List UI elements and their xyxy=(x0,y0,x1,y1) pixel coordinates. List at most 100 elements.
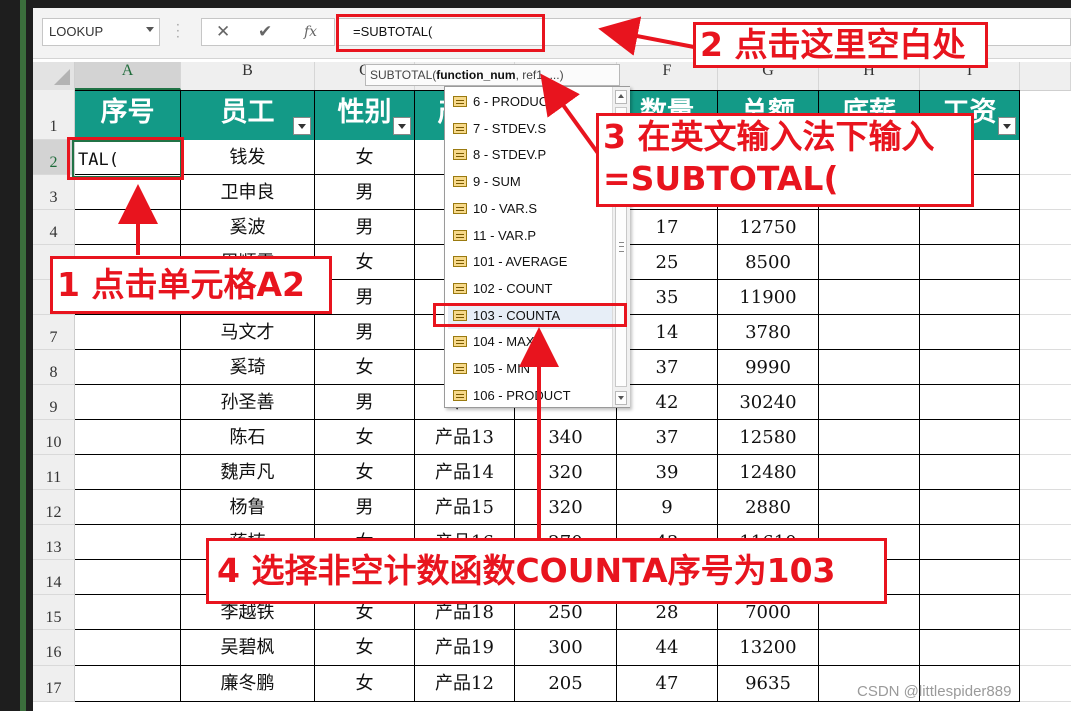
dropdown-option[interactable]: 104 - MAX xyxy=(448,329,614,355)
row-header[interactable]: 12 xyxy=(33,490,75,525)
table-cell[interactable]: 男 xyxy=(315,490,415,525)
name-box[interactable]: LOOKUP xyxy=(42,18,160,46)
insert-function-icon[interactable]: fx xyxy=(304,18,317,46)
table-cell-empty[interactable] xyxy=(920,525,1020,560)
table-cell-empty[interactable] xyxy=(920,455,1020,490)
row-header[interactable]: 13 xyxy=(33,525,75,560)
table-cell[interactable]: 3780 xyxy=(718,315,819,350)
column-header-blank[interactable] xyxy=(1020,62,1071,90)
cell-a[interactable] xyxy=(75,490,181,525)
table-cell[interactable]: 42 xyxy=(617,385,718,420)
table-cell-empty[interactable] xyxy=(819,245,920,280)
table-cell-empty[interactable] xyxy=(819,630,920,666)
table-cell[interactable]: 女 xyxy=(315,420,415,455)
table-cell-empty[interactable] xyxy=(819,420,920,455)
table-cell[interactable]: 马文才 xyxy=(181,315,315,350)
table-cell[interactable]: 女 xyxy=(315,630,415,666)
enter-icon[interactable]: ✔ xyxy=(258,18,272,46)
table-cell-empty[interactable] xyxy=(920,245,1020,280)
table-cell[interactable]: 杨鲁 xyxy=(181,490,315,525)
dropdown-option[interactable]: 7 - STDEV.S xyxy=(448,116,614,142)
cell-a[interactable] xyxy=(75,420,181,455)
row-header-1[interactable]: 1 xyxy=(33,90,75,140)
table-cell[interactable]: 320 xyxy=(515,490,617,525)
tooltip-arg-current[interactable]: function_num xyxy=(436,68,515,82)
table-cell[interactable]: 卫申良 xyxy=(181,175,315,210)
table-cell-empty[interactable] xyxy=(920,490,1020,525)
cell-a[interactable] xyxy=(75,385,181,420)
table-cell[interactable]: 男 xyxy=(315,315,415,350)
table-cell-empty[interactable] xyxy=(920,350,1020,385)
table-cell[interactable]: 39 xyxy=(617,455,718,490)
column-header-b[interactable]: B xyxy=(181,62,315,90)
scroll-down-icon[interactable] xyxy=(615,391,627,405)
dropdown-option[interactable]: 11 - VAR.P xyxy=(448,223,614,249)
table-cell[interactable]: 产品14 xyxy=(415,455,515,490)
table-cell[interactable]: 奚波 xyxy=(181,210,315,245)
cell-a[interactable] xyxy=(75,455,181,490)
filter-dropdown-icon[interactable] xyxy=(393,117,411,135)
cell-a[interactable] xyxy=(75,175,181,210)
column-header-a[interactable]: A xyxy=(75,62,181,90)
cell-a[interactable] xyxy=(75,666,181,702)
row-header[interactable]: 17 xyxy=(33,666,75,702)
table-cell[interactable]: 25 xyxy=(617,245,718,280)
table-cell[interactable]: 奚琦 xyxy=(181,350,315,385)
table-cell[interactable]: 女 xyxy=(315,666,415,702)
table-cell[interactable]: 44 xyxy=(617,630,718,666)
dropdown-option[interactable]: 101 - AVERAGE xyxy=(448,249,614,275)
row-header[interactable]: 4 xyxy=(33,210,75,245)
table-cell[interactable]: 9635 xyxy=(718,666,819,702)
table-cell[interactable]: 9990 xyxy=(718,350,819,385)
table-cell[interactable]: 320 xyxy=(515,455,617,490)
cell-a[interactable] xyxy=(75,560,181,595)
table-cell-empty[interactable] xyxy=(920,385,1020,420)
row-header[interactable]: 9 xyxy=(33,385,75,420)
table-cell[interactable]: 300 xyxy=(515,630,617,666)
table-cell[interactable]: 女 xyxy=(315,350,415,385)
table-cell[interactable]: 产品12 xyxy=(415,666,515,702)
table-cell[interactable]: 12480 xyxy=(718,455,819,490)
cell-a[interactable] xyxy=(75,595,181,630)
table-cell[interactable]: 钱发 xyxy=(181,140,315,175)
table-cell[interactable]: 男 xyxy=(315,385,415,420)
table-cell[interactable]: 男 xyxy=(315,175,415,210)
row-header[interactable]: 3 xyxy=(33,175,75,210)
row-header[interactable]: 10 xyxy=(33,420,75,455)
table-cell[interactable]: 吴碧枫 xyxy=(181,630,315,666)
table-cell[interactable]: 14 xyxy=(617,315,718,350)
table-cell-empty[interactable] xyxy=(920,280,1020,315)
scroll-up-icon[interactable] xyxy=(615,90,627,104)
table-cell[interactable]: 37 xyxy=(617,420,718,455)
table-cell[interactable]: 女 xyxy=(315,455,415,490)
table-cell[interactable]: 13200 xyxy=(718,630,819,666)
table-cell-empty[interactable] xyxy=(819,315,920,350)
table-cell[interactable]: 产品15 xyxy=(415,490,515,525)
name-box-dropdown-icon[interactable] xyxy=(146,27,154,32)
table-cell[interactable]: 37 xyxy=(617,350,718,385)
table-cell[interactable]: 产品19 xyxy=(415,630,515,666)
dropdown-option[interactable]: 6 - PRODUCT xyxy=(448,89,614,115)
row-header[interactable]: 8 xyxy=(33,350,75,385)
table-cell-empty[interactable] xyxy=(920,630,1020,666)
table-cell-empty[interactable] xyxy=(819,490,920,525)
table-cell[interactable]: 340 xyxy=(515,420,617,455)
table-cell-empty[interactable] xyxy=(819,350,920,385)
table-cell-empty[interactable] xyxy=(819,280,920,315)
header-cell-1[interactable]: 序号 xyxy=(75,91,181,140)
table-cell[interactable]: 女 xyxy=(315,140,415,175)
filter-dropdown-icon[interactable] xyxy=(293,117,311,135)
row-header[interactable]: 7 xyxy=(33,315,75,350)
table-cell-empty[interactable] xyxy=(920,210,1020,245)
cancel-icon[interactable]: ✕ xyxy=(216,18,230,46)
table-cell[interactable]: 孙圣善 xyxy=(181,385,315,420)
cell-a[interactable] xyxy=(75,350,181,385)
cell-a[interactable] xyxy=(75,210,181,245)
row-header[interactable]: 11 xyxy=(33,455,75,490)
table-cell[interactable]: 廉冬鹏 xyxy=(181,666,315,702)
table-cell[interactable]: 30240 xyxy=(718,385,819,420)
table-cell-empty[interactable] xyxy=(920,420,1020,455)
table-cell[interactable]: 205 xyxy=(515,666,617,702)
cell-a[interactable] xyxy=(75,525,181,560)
dropdown-option[interactable]: 106 - PRODUCT xyxy=(448,383,614,409)
